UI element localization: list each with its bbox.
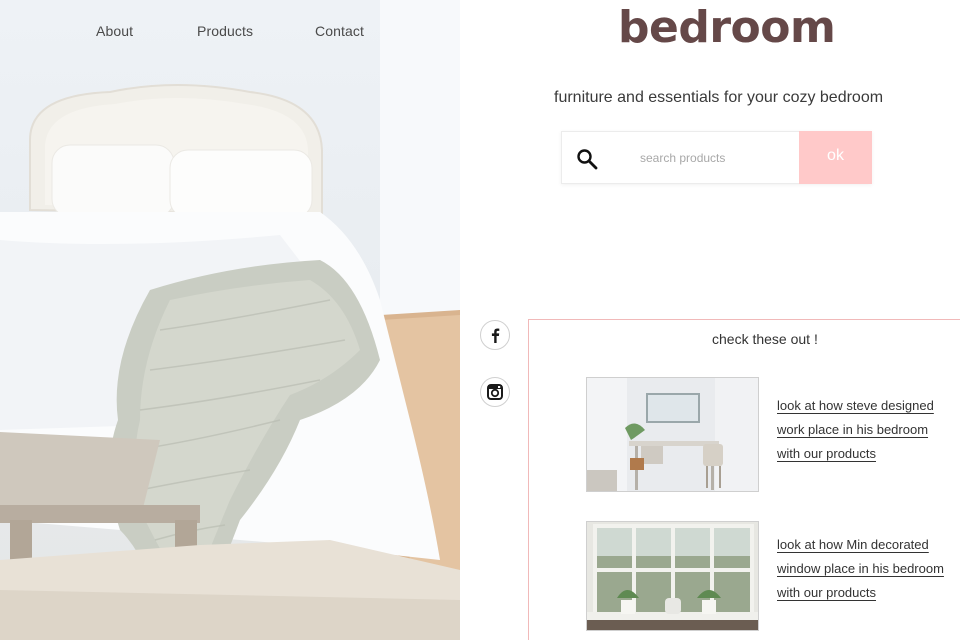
brand-logo: bedroom bbox=[618, 2, 836, 53]
hero-image: About Products Contact bbox=[0, 0, 460, 640]
instagram-link[interactable] bbox=[480, 377, 510, 407]
facebook-icon bbox=[491, 328, 500, 343]
search-ok-button[interactable]: ok bbox=[799, 131, 872, 184]
min-story-link[interactable]: look at how Min decorated window place i… bbox=[777, 533, 947, 605]
search-icon[interactable] bbox=[575, 147, 599, 171]
search-input[interactable] bbox=[640, 146, 790, 170]
top-nav: About Products Contact bbox=[0, 0, 460, 62]
featured-panel: check these out ! look at how steve desi… bbox=[528, 319, 960, 640]
tagline: furniture and essentials for your cozy b… bbox=[554, 89, 884, 106]
instagram-icon bbox=[487, 384, 503, 400]
steve-workplace-image[interactable] bbox=[586, 377, 759, 492]
nav-products-link[interactable]: Products bbox=[197, 23, 253, 39]
search-bar: ok bbox=[561, 131, 872, 184]
steve-story-link[interactable]: look at how steve designed work place in… bbox=[777, 394, 947, 466]
nav-about-link[interactable]: About bbox=[96, 23, 133, 39]
bedroom-photo bbox=[0, 0, 460, 640]
featured-title: check these out ! bbox=[712, 331, 818, 347]
facebook-link[interactable] bbox=[480, 320, 510, 350]
nav-contact-link[interactable]: Contact bbox=[315, 23, 364, 39]
min-window-image[interactable] bbox=[586, 521, 759, 631]
